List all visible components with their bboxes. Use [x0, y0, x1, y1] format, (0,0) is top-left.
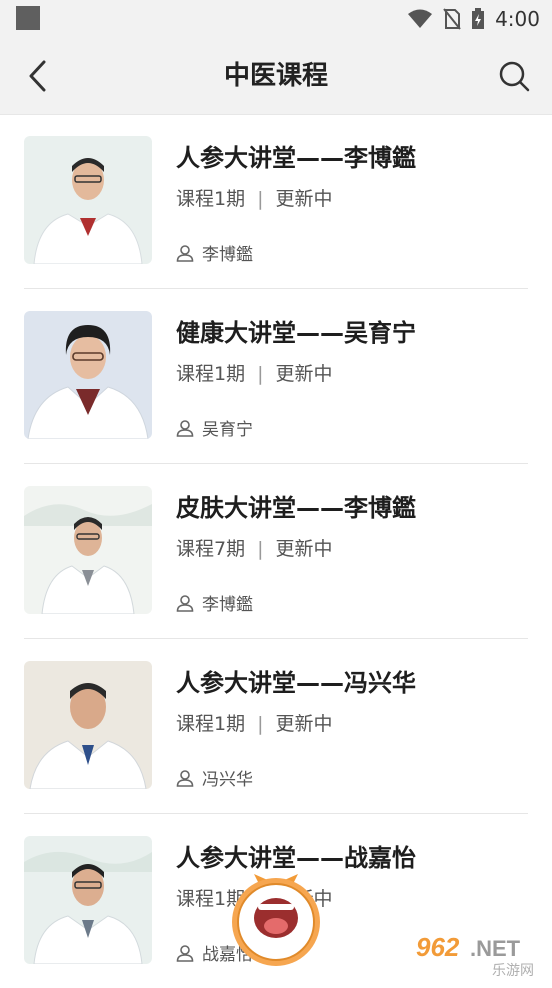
- course-thumbnail: [24, 836, 152, 964]
- update-status: 更新中: [275, 538, 333, 560]
- author-line: 冯兴华: [176, 765, 253, 790]
- search-icon: [499, 61, 530, 92]
- course-title: 健康大讲堂——吴育宁: [176, 319, 416, 347]
- course-title: 人参大讲堂——冯兴华: [176, 669, 416, 697]
- no-sim-icon: [443, 8, 461, 30]
- user-icon: [176, 594, 194, 612]
- user-icon: [176, 944, 194, 962]
- watermark-subtext: 乐游网: [492, 963, 534, 978]
- search-button[interactable]: [494, 56, 534, 96]
- list-item[interactable]: 人参大讲堂——冯兴华 课程1期 | 更新中 冯兴华: [24, 639, 528, 814]
- author-name: 吴育宁: [202, 420, 253, 440]
- course-thumbnail: [24, 136, 152, 264]
- author-line: 李博鑑: [176, 590, 253, 615]
- list-item[interactable]: 健康大讲堂——吴育宁 课程1期 | 更新中 吴育宁: [24, 289, 528, 464]
- course-thumbnail: [24, 311, 152, 439]
- author-name: 冯兴华: [202, 770, 253, 790]
- battery-charging-icon: [472, 8, 485, 29]
- notification-app-icon: [16, 6, 40, 30]
- author-line: 吴育宁: [176, 415, 253, 440]
- status-bar: 4:00: [0, 0, 552, 38]
- throat-mascot-icon: [232, 874, 320, 966]
- app-bar: 中医课程: [0, 38, 552, 115]
- status-icons: 4:00: [407, 6, 540, 32]
- list-item[interactable]: 皮肤大讲堂——李博鑑 课程7期 | 更新中 李博鑑: [24, 464, 528, 639]
- course-thumbnail: [24, 661, 152, 789]
- episode-count: 课程7期: [176, 538, 246, 560]
- course-meta: 课程1期|更新中: [176, 188, 333, 210]
- episode-count: 课程1期: [176, 713, 246, 735]
- episode-count: 课程1期: [176, 188, 246, 210]
- author-name: 李博鑑: [202, 595, 253, 615]
- watermark-number: 962: [416, 932, 460, 962]
- course-thumbnail: [24, 486, 152, 614]
- list-item[interactable]: 人参大讲堂——李博鑑 课程1期 | 更新中 李博鑑: [24, 114, 528, 289]
- update-status: 更新中: [275, 363, 333, 385]
- floating-ad-button[interactable]: [228, 860, 324, 970]
- user-icon: [176, 244, 194, 262]
- watermark-domain: .NET: [470, 936, 521, 961]
- user-icon: [176, 769, 194, 787]
- status-time: 4:00: [495, 7, 540, 31]
- author-name: 李博鑑: [202, 245, 253, 265]
- course-meta: 课程1期|更新中: [176, 363, 333, 385]
- watermark-logo: 962 .NET 乐游网: [412, 930, 552, 979]
- update-status: 更新中: [275, 188, 333, 210]
- course-title: 人参大讲堂——李博鑑: [176, 144, 416, 172]
- author-line: 李博鑑: [176, 240, 253, 265]
- user-icon: [176, 419, 194, 437]
- page-title: 中医课程: [223, 61, 328, 91]
- course-meta: 课程7期 | 更新中: [176, 538, 333, 560]
- update-status: 更新中: [275, 713, 333, 735]
- wifi-icon: [408, 9, 433, 28]
- course-title: 皮肤大讲堂——李博鑑: [176, 494, 416, 522]
- course-list: 人参大讲堂——李博鑑 课程1期 | 更新中 李博鑑 健康大讲堂——吴育宁 课程1…: [0, 114, 552, 988]
- course-meta: 课程1期|更新中: [176, 713, 333, 735]
- episode-count: 课程1期: [176, 363, 246, 385]
